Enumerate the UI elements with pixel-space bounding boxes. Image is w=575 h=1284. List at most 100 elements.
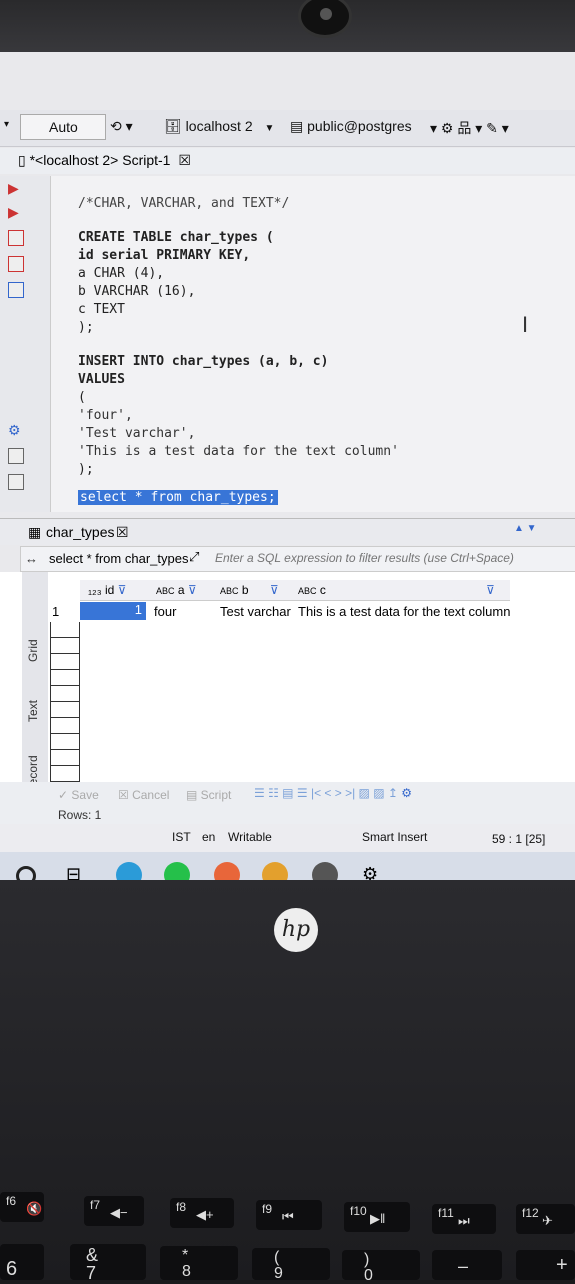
key-8[interactable]: * 8 xyxy=(160,1246,238,1280)
save-button[interactable]: ✓ Save xyxy=(58,788,99,802)
task-view-icon[interactable]: ⊟ xyxy=(66,864,81,880)
selected-code-line: select * from char_types; xyxy=(78,490,278,505)
schema-selector[interactable]: ▤ public@postgres xyxy=(290,118,412,135)
code-line: VALUES xyxy=(78,372,125,387)
code-line: 'four', xyxy=(78,408,133,423)
column-header-b[interactable]: ABC b ⊽ xyxy=(220,583,279,597)
load-plan-icon[interactable] xyxy=(8,256,24,272)
key-f10[interactable]: f10 ▶‖ xyxy=(344,1202,410,1232)
tab-grid[interactable]: Grid xyxy=(26,639,40,662)
connection-label: localhost 2 xyxy=(185,118,253,134)
skype-icon[interactable] xyxy=(116,862,142,880)
transaction-mode-select[interactable]: Auto xyxy=(20,114,106,140)
code-line: id serial PRIMARY KEY, xyxy=(78,248,251,263)
cell-b[interactable]: Test varchar xyxy=(220,604,291,619)
cell-id[interactable]: 1 xyxy=(80,602,146,620)
schema-label: public@postgres xyxy=(307,118,412,134)
key-f6[interactable]: f6 🔇 xyxy=(0,1192,44,1222)
tab-title: *<localhost 2> Script-1 xyxy=(29,152,171,168)
key-f7[interactable]: f7 ◀− xyxy=(84,1196,144,1226)
database-icon: 🗄 xyxy=(164,118,182,134)
status-timezone: IST xyxy=(172,830,191,844)
grid-header: ₁₂₃ id ⊽ ABC a ⊽ ABC b ⊽ ABC c ⊽ xyxy=(80,580,510,601)
status-language: en xyxy=(202,830,216,844)
script-button[interactable]: ▤ Script xyxy=(186,788,231,802)
close-icon[interactable]: ☒ xyxy=(116,524,129,541)
key-9[interactable]: ( 9 xyxy=(252,1248,330,1282)
code-line: ); xyxy=(78,462,94,477)
new-script-icon[interactable] xyxy=(8,282,24,298)
code-line: ( xyxy=(78,390,86,405)
row-number: 1 xyxy=(52,604,60,619)
dbeaver-icon[interactable] xyxy=(312,862,338,880)
filter-input[interactable] xyxy=(213,549,557,567)
close-icon[interactable]: ☒ xyxy=(178,152,191,168)
query-label: select * from char_types xyxy=(49,551,189,566)
whatsapp-icon[interactable] xyxy=(164,862,190,880)
windows-taskbar: ⊟ ⚙ xyxy=(0,852,575,880)
key-6[interactable]: 6 xyxy=(0,1244,44,1280)
key-f11[interactable]: f11 ⏭ xyxy=(432,1204,496,1234)
results-tab-title[interactable]: char_types xyxy=(46,524,114,540)
code-line: /*CHAR, VARCHAR, and TEXT*/ xyxy=(78,196,290,211)
sql-icon: ↔ xyxy=(25,551,38,566)
export-icon[interactable] xyxy=(8,448,24,464)
column-header-id[interactable]: ₁₂₃ id ⊽ xyxy=(88,583,126,597)
column-header-c[interactable]: ABC c xyxy=(298,583,326,597)
filter-bar: ↔ select * from char_types ⤢ xyxy=(20,546,575,572)
status-insert: Smart Insert xyxy=(362,830,428,844)
key-0[interactable]: ) 0 xyxy=(342,1250,420,1284)
key-minus[interactable]: – xyxy=(432,1250,502,1280)
table-row[interactable]: 1 1 four Test varchar This is a test dat… xyxy=(52,602,512,622)
status-mode: Writable xyxy=(228,830,272,844)
expand-icon[interactable]: ⤢ xyxy=(189,549,199,565)
code-line: ); xyxy=(78,320,94,335)
status-position: 59 : 1 [25] xyxy=(492,832,546,846)
execute-statement-icon[interactable]: ▶ xyxy=(8,180,19,197)
table-icon: ▦ xyxy=(28,524,42,540)
code-line: 'This is a test data for the text column… xyxy=(78,444,399,459)
search-icon[interactable] xyxy=(16,866,36,880)
sql-editor[interactable]: ▶ ▶ ⚙ /*CHAR, VARCHAR, and TEXT*/ CREATE… xyxy=(0,176,575,512)
maximize-icon[interactable]: ▲ ▼ xyxy=(514,523,537,534)
code-line: INSERT INTO char_types (a, b, c) xyxy=(78,354,329,369)
import-icon[interactable] xyxy=(8,474,24,490)
key-7[interactable]: & 7 xyxy=(70,1244,146,1282)
screen: ▾ Auto ⟲ ▾ 🗄 localhost 2 ▼ ▤ public@post… xyxy=(0,52,575,880)
explain-plan-icon[interactable] xyxy=(8,230,24,246)
webcam-lens xyxy=(320,8,332,20)
column-header-a[interactable]: ABC a ⊽ xyxy=(156,583,197,597)
text-cursor-icon: I xyxy=(522,312,529,337)
cell-c[interactable]: This is a test data for the text column xyxy=(298,604,510,619)
chrome-icon[interactable] xyxy=(262,862,288,880)
code-line: CREATE TABLE char_types ( xyxy=(78,230,274,245)
firefox-icon[interactable] xyxy=(214,862,240,880)
script-file-icon: ▯ xyxy=(18,152,26,168)
cancel-button[interactable]: ☒ Cancel xyxy=(118,788,169,802)
settings-icon[interactable]: ⚙ xyxy=(8,422,21,439)
history-icon[interactable]: ⟲ ▾ xyxy=(110,118,133,135)
tab-text[interactable]: Text xyxy=(26,700,40,722)
hp-logo: hp xyxy=(274,908,318,952)
editor-gutter: ▶ ▶ ⚙ xyxy=(0,176,51,512)
filter-icon[interactable]: ⊽ xyxy=(486,583,495,597)
settings-icon[interactable]: ⚙ xyxy=(362,864,378,880)
navigation-icons[interactable]: ☰ ☷ ▤ ☰ |< < > >| ▨ ▨ ↥ ⚙ xyxy=(254,786,412,800)
editor-tabbar: ▯ *<localhost 2> Script-1 ☒ xyxy=(0,148,575,174)
code-line: a CHAR (4), xyxy=(78,266,165,281)
main-toolbar: ▾ Auto ⟲ ▾ 🗄 localhost 2 ▼ ▤ public@post… xyxy=(0,110,575,147)
connection-selector[interactable]: 🗄 localhost 2 ▼ xyxy=(164,118,274,135)
toolbar-menu-icon[interactable]: ▾ xyxy=(4,119,9,130)
key-f8[interactable]: f8 ◀+ xyxy=(170,1198,234,1228)
code-line: b VARCHAR (16), xyxy=(78,284,196,299)
schema-icon: ▤ xyxy=(290,118,304,134)
key-f9[interactable]: f9 ⏮ xyxy=(256,1200,322,1230)
results-view-tabs: Grid Text Record xyxy=(22,572,48,794)
cell-a[interactable]: four xyxy=(154,604,176,619)
key-f12[interactable]: f12 ✈ xyxy=(516,1204,575,1234)
toolbar-actions[interactable]: ▾ ⚙ 品 ▾ ✎ ▾ xyxy=(430,118,509,138)
execute-script-icon[interactable]: ▶ xyxy=(8,204,19,221)
results-tabbar: ▦ char_types ☒ ▲ ▼ xyxy=(0,518,575,545)
key-plus[interactable]: + xyxy=(516,1250,575,1280)
row-number-column xyxy=(50,622,80,782)
